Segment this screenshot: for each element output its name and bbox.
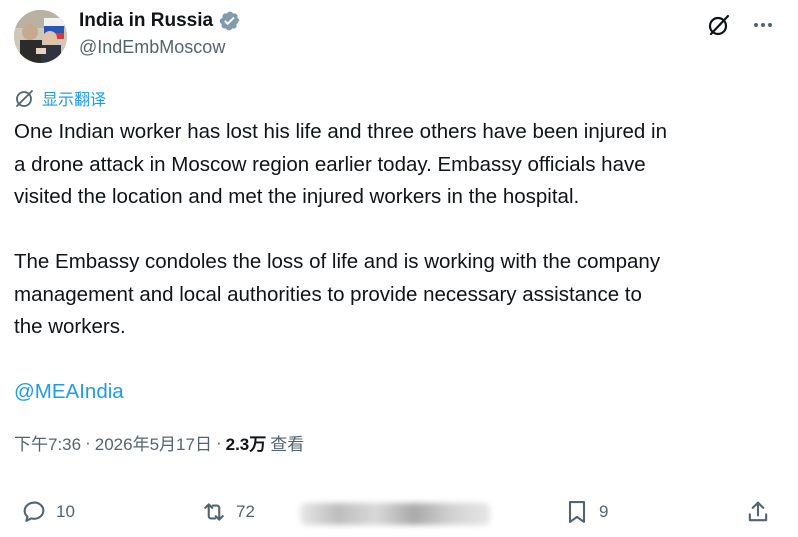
verified-badge-icon — [219, 10, 241, 32]
tweet-paragraph: One Indian worker has lost his life and … — [14, 120, 667, 208]
display-name[interactable]: India in Russia — [79, 10, 213, 32]
author-name-row: India in Russia — [79, 10, 241, 32]
view-count-label: 查看 — [270, 435, 305, 454]
show-translation-label[interactable]: 显示翻译 — [42, 86, 106, 110]
share-button[interactable] — [744, 498, 772, 526]
tweet-meta: 下午7:36 · 2026年5月17日 · 2.3万 查看 — [14, 430, 304, 455]
grok-icon[interactable] — [706, 12, 732, 38]
translate-icon — [14, 87, 36, 109]
show-translation-link[interactable]: 显示翻译 — [14, 86, 106, 110]
view-count: 2.3万 — [225, 435, 267, 454]
share-icon — [748, 501, 768, 522]
bookmark-count: 9 — [599, 502, 609, 521]
blurred-watermark — [300, 503, 490, 525]
more-options-icon[interactable] — [750, 12, 776, 38]
reply-button[interactable]: 10 — [20, 498, 75, 526]
tweet-text: One Indian worker has lost his life and … — [14, 116, 784, 409]
reply-count: 10 — [56, 502, 75, 521]
post-date[interactable]: 2026年5月17日 — [95, 430, 212, 455]
avatar[interactable] — [14, 10, 67, 63]
top-actions — [706, 12, 776, 38]
bookmark-icon — [568, 501, 586, 523]
tweet-paragraph: The Embassy condoles the loss of life an… — [14, 250, 661, 338]
meta-separator: · — [85, 432, 91, 452]
author-handle[interactable]: @IndEmbMoscow — [79, 37, 225, 58]
repost-icon — [204, 503, 224, 521]
bookmark-button[interactable]: 9 — [563, 498, 608, 526]
post-time[interactable]: 下午7:36 — [14, 430, 81, 455]
repost-button[interactable]: 72 — [200, 498, 255, 526]
reply-icon — [23, 501, 45, 522]
repost-count: 72 — [236, 502, 255, 521]
meta-separator: · — [215, 432, 222, 452]
mention-link[interactable]: @MEAIndia — [14, 380, 124, 403]
